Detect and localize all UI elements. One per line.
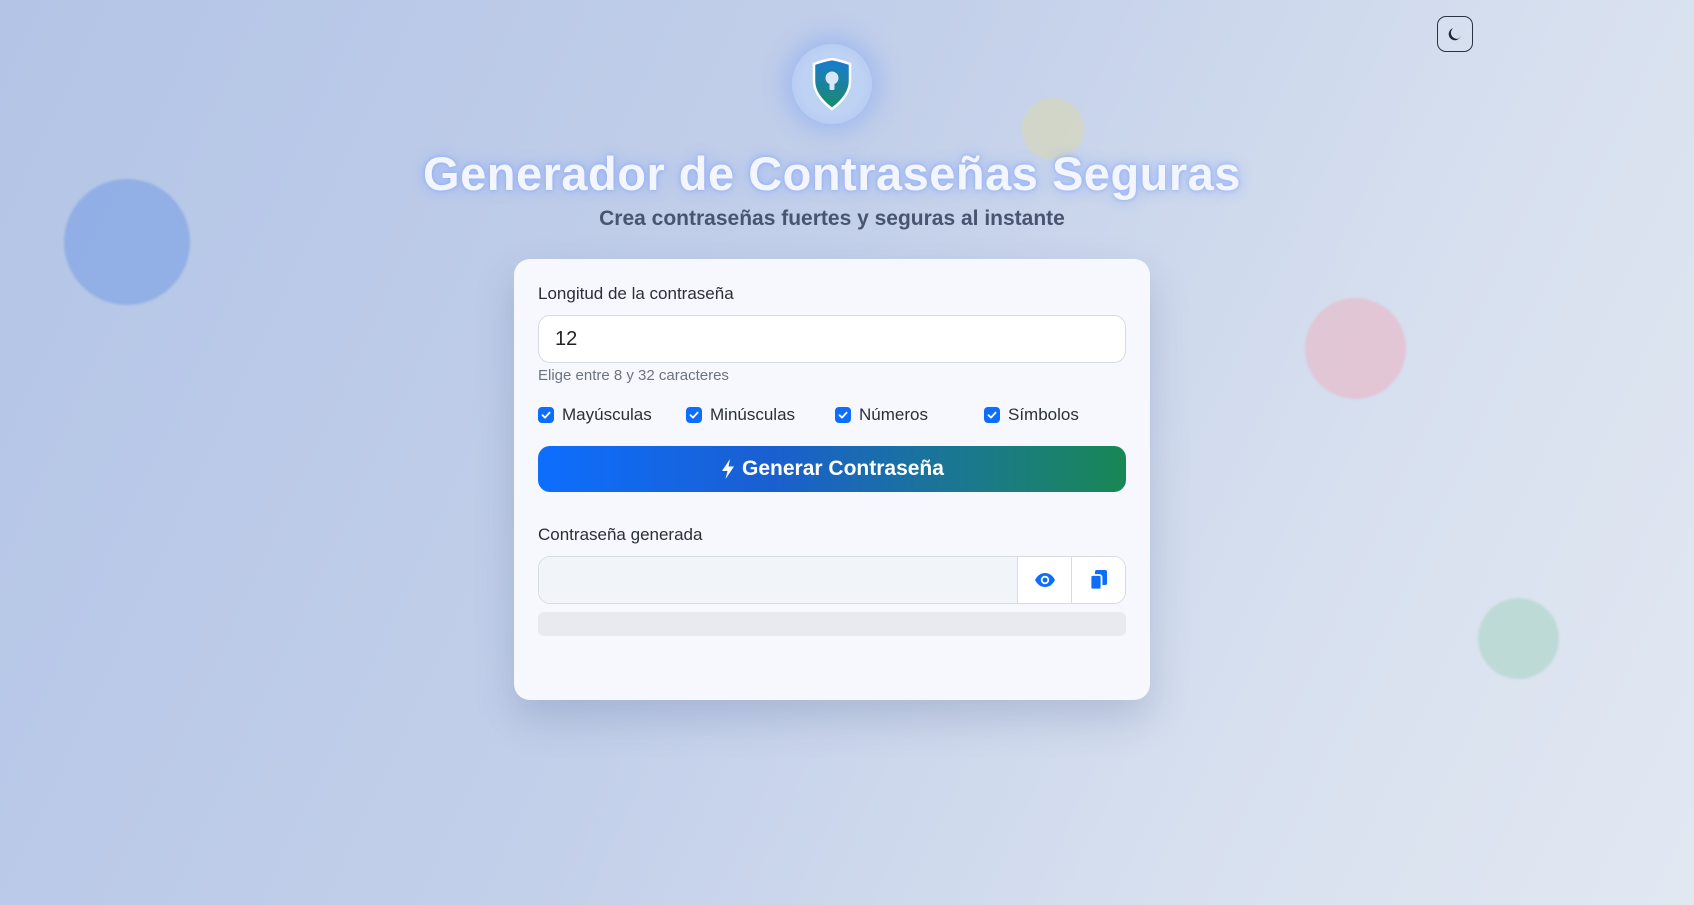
check-icon — [689, 411, 699, 419]
option-lowercase-label: Minúsculas — [710, 405, 796, 424]
generator-card: Longitud de la contraseña Elige entre 8 … — [514, 259, 1150, 700]
toggle-visibility-button[interactable] — [1017, 557, 1071, 603]
moon-icon — [1448, 28, 1461, 41]
logo — [792, 44, 872, 124]
checkbox-numbers[interactable] — [835, 407, 851, 423]
option-symbols-label: Símbolos — [1008, 405, 1079, 424]
checkbox-lowercase[interactable] — [686, 407, 702, 423]
option-numbers[interactable]: Números — [835, 405, 928, 425]
lightning-icon — [720, 458, 736, 480]
option-lowercase[interactable]: Minúsculas — [686, 405, 795, 425]
decorative-bubble-pink — [1305, 298, 1406, 399]
output-group — [538, 556, 1126, 604]
generate-button[interactable]: Generar Contraseña — [538, 446, 1126, 492]
eye-icon — [1034, 573, 1055, 587]
option-numbers-label: Números — [859, 405, 928, 424]
option-symbols[interactable]: Símbolos — [984, 405, 1079, 425]
checkbox-uppercase[interactable] — [538, 407, 554, 423]
page-title: Generador de Contraseñas Seguras — [423, 147, 1241, 200]
page-subtitle: Crea contraseñas fuertes y seguras al in… — [599, 207, 1065, 230]
copy-icon — [1089, 570, 1107, 591]
length-label: Longitud de la contraseña — [538, 284, 734, 303]
strength-bar — [538, 612, 1126, 636]
option-uppercase-label: Mayúsculas — [562, 405, 652, 424]
copy-button[interactable] — [1071, 557, 1125, 603]
output-label: Contraseña generada — [538, 525, 703, 544]
option-uppercase[interactable]: Mayúsculas — [538, 405, 652, 425]
check-icon — [987, 411, 997, 419]
decorative-bubble-green — [1478, 598, 1559, 679]
generate-button-label: Generar Contraseña — [742, 457, 944, 480]
length-hint: Elige entre 8 y 32 caracteres — [538, 367, 729, 384]
theme-toggle-button[interactable] — [1437, 16, 1473, 52]
shield-keyhole-icon — [812, 57, 852, 111]
check-icon — [838, 411, 848, 419]
check-icon — [541, 411, 551, 419]
password-output[interactable] — [539, 557, 1017, 603]
checkbox-symbols[interactable] — [984, 407, 1000, 423]
length-input[interactable] — [538, 315, 1126, 363]
character-options: Mayúsculas Minúsculas Números Símbolos — [538, 405, 1138, 429]
